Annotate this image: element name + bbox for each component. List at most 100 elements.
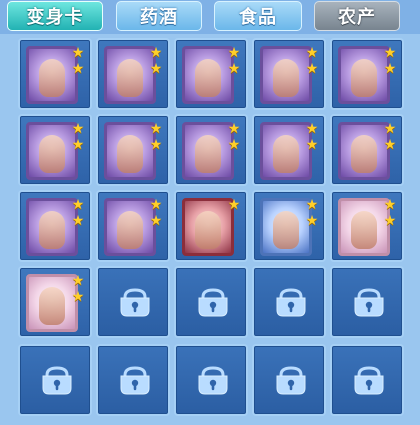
- lock-icon: [42, 366, 72, 395]
- character-figure: [195, 59, 221, 97]
- locked-inventory-slot[interactable]: [96, 344, 170, 416]
- star-icon: ★: [71, 213, 85, 229]
- inventory-slot[interactable]: ★ ★: [96, 190, 170, 262]
- inventory-slot[interactable]: ★: [174, 190, 248, 262]
- inventory-slot[interactable]: ★ ★: [96, 114, 170, 186]
- star-icon: ★: [71, 45, 85, 61]
- star-icon: ★: [71, 197, 85, 213]
- star-icon: ★: [227, 137, 241, 153]
- character-figure: [195, 135, 221, 173]
- star-icon: ★: [305, 213, 319, 229]
- star-icon: ★: [383, 61, 397, 77]
- inventory-slot[interactable]: ★ ★: [18, 38, 92, 110]
- character-figure: [117, 135, 143, 173]
- inventory-slot[interactable]: ★ ★: [330, 190, 404, 262]
- locked-inventory-slot[interactable]: [174, 344, 248, 416]
- star-rating: ★ ★: [227, 122, 241, 152]
- inventory-slot[interactable]: ★ ★: [252, 38, 326, 110]
- lock-icon: [276, 288, 306, 317]
- lock-icon: [120, 288, 150, 317]
- star-icon: ★: [227, 121, 241, 137]
- character-figure: [39, 135, 65, 173]
- star-icon: ★: [383, 213, 397, 229]
- star-rating: ★ ★: [383, 198, 397, 228]
- lock-icon: [354, 288, 384, 317]
- star-icon: ★: [227, 197, 241, 213]
- tab-transform-cards[interactable]: 变身卡: [7, 1, 103, 31]
- character-figure: [273, 211, 299, 249]
- inventory-tabs: 变身卡 药酒 食品 农产: [0, 0, 420, 34]
- inventory-slot[interactable]: ★ ★: [330, 38, 404, 110]
- star-icon: ★: [71, 61, 85, 77]
- character-figure: [273, 59, 299, 97]
- inventory-slot[interactable]: ★ ★: [96, 38, 170, 110]
- inventory-slot[interactable]: ★ ★: [18, 190, 92, 262]
- inventory-slot[interactable]: ★ ★: [174, 114, 248, 186]
- inventory-slot[interactable]: ★ ★: [18, 266, 92, 338]
- inventory-slot[interactable]: ★ ★: [252, 190, 326, 262]
- star-rating: ★ ★: [305, 46, 319, 76]
- star-rating: ★ ★: [149, 46, 163, 76]
- lock-icon: [120, 366, 150, 395]
- inventory-slot[interactable]: ★ ★: [174, 38, 248, 110]
- star-icon: ★: [383, 121, 397, 137]
- star-rating: ★ ★: [383, 122, 397, 152]
- lock-icon: [276, 366, 306, 395]
- inventory-slot[interactable]: ★ ★: [18, 114, 92, 186]
- star-icon: ★: [383, 137, 397, 153]
- character-figure: [39, 211, 65, 249]
- star-icon: ★: [383, 197, 397, 213]
- tab-medicinal-wine[interactable]: 药酒: [116, 1, 202, 31]
- star-icon: ★: [383, 45, 397, 61]
- character-figure: [351, 59, 377, 97]
- star-rating: ★ ★: [71, 122, 85, 152]
- star-icon: ★: [149, 137, 163, 153]
- inventory-grid: ★ ★ ★ ★ ★ ★ ★ ★ ★ ★ ★ ★ ★ ★ ★ ★ ★ ★ ★ ★ ★ ★ ★ ★ ★ ★ ★ ★ ★ ★ ★: [0, 34, 420, 425]
- star-rating: ★ ★: [305, 198, 319, 228]
- locked-inventory-slot[interactable]: [18, 344, 92, 416]
- tab-farm-produce[interactable]: 农产: [314, 1, 400, 31]
- inventory-slot[interactable]: ★ ★: [252, 114, 326, 186]
- lock-icon: [198, 288, 228, 317]
- star-icon: ★: [305, 45, 319, 61]
- star-rating: ★ ★: [71, 198, 85, 228]
- star-icon: ★: [227, 61, 241, 77]
- lock-icon: [354, 366, 384, 395]
- character-figure: [39, 59, 65, 97]
- star-icon: ★: [305, 121, 319, 137]
- star-icon: ★: [227, 45, 241, 61]
- character-figure: [39, 287, 65, 325]
- star-rating: ★ ★: [227, 46, 241, 76]
- star-icon: ★: [149, 45, 163, 61]
- inventory-slot[interactable]: ★ ★: [330, 114, 404, 186]
- star-icon: ★: [149, 213, 163, 229]
- star-icon: ★: [149, 121, 163, 137]
- star-icon: ★: [305, 61, 319, 77]
- locked-inventory-slot[interactable]: [252, 266, 326, 338]
- tab-food[interactable]: 食品: [214, 1, 302, 31]
- character-figure: [195, 211, 221, 249]
- lock-icon: [198, 366, 228, 395]
- character-figure: [117, 59, 143, 97]
- star-icon: ★: [149, 197, 163, 213]
- locked-inventory-slot[interactable]: [252, 344, 326, 416]
- star-rating: ★: [227, 198, 241, 212]
- star-icon: ★: [71, 273, 85, 289]
- star-icon: ★: [149, 61, 163, 77]
- star-rating: ★ ★: [305, 122, 319, 152]
- star-icon: ★: [71, 289, 85, 305]
- star-rating: ★ ★: [149, 122, 163, 152]
- locked-inventory-slot[interactable]: [96, 266, 170, 338]
- locked-inventory-slot[interactable]: [174, 266, 248, 338]
- character-figure: [273, 135, 299, 173]
- star-icon: ★: [305, 197, 319, 213]
- star-icon: ★: [71, 121, 85, 137]
- star-rating: ★ ★: [71, 46, 85, 76]
- star-rating: ★ ★: [149, 198, 163, 228]
- character-figure: [117, 211, 143, 249]
- locked-inventory-slot[interactable]: [330, 266, 404, 338]
- character-figure: [351, 135, 377, 173]
- locked-inventory-slot[interactable]: [330, 344, 404, 416]
- star-rating: ★ ★: [71, 274, 85, 304]
- star-icon: ★: [305, 137, 319, 153]
